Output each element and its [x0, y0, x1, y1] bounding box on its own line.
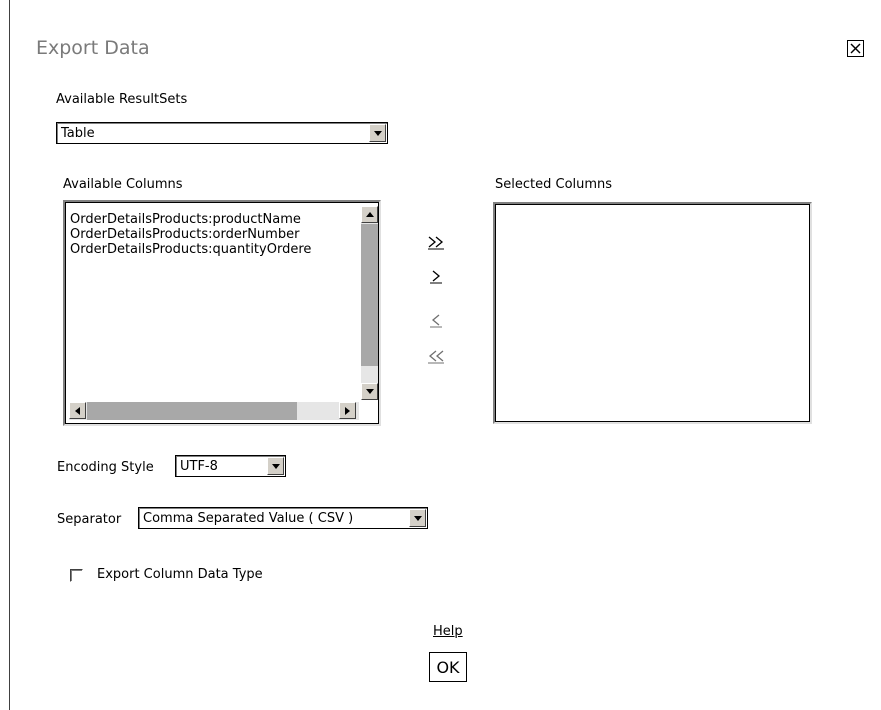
dialog-title: Export Data	[36, 37, 150, 59]
close-button[interactable]	[847, 40, 864, 57]
selected-columns-list[interactable]	[493, 202, 812, 424]
list-item[interactable]: OrderDetailsProducts:quantityOrdere	[68, 242, 358, 257]
remove-all-button[interactable]	[425, 346, 447, 366]
scroll-right-icon[interactable]	[339, 402, 356, 419]
help-link[interactable]: Help	[433, 624, 463, 639]
resultsets-value: Table	[61, 125, 95, 141]
separator-select[interactable]: Comma Separated Value ( CSV )	[138, 507, 428, 529]
close-x-icon	[850, 43, 861, 54]
export-type-checkbox[interactable]	[70, 569, 83, 582]
encoding-select[interactable]: UTF-8	[175, 455, 286, 477]
resultsets-label: Available ResultSets	[56, 92, 188, 107]
scroll-down-icon[interactable]	[361, 383, 378, 400]
dropdown-arrow-icon[interactable]	[267, 457, 284, 475]
ok-button[interactable]: OK	[429, 652, 467, 682]
horizontal-scrollbar[interactable]	[69, 402, 359, 420]
scroll-thumb[interactable]	[361, 224, 378, 366]
double-chevron-right-icon	[428, 236, 444, 250]
scroll-up-icon[interactable]	[361, 206, 378, 223]
list-item[interactable]: OrderDetailsProducts:productName	[68, 212, 358, 227]
scroll-left-icon[interactable]	[69, 402, 86, 419]
export-type-label: Export Column Data Type	[97, 567, 263, 582]
list-item[interactable]: OrderDetailsProducts:orderNumber	[68, 227, 358, 242]
remove-one-button[interactable]	[425, 310, 447, 330]
separator-value: Comma Separated Value ( CSV )	[143, 510, 354, 526]
encoding-label: Encoding Style	[57, 460, 154, 475]
chevron-left-icon	[430, 314, 442, 328]
available-columns-label: Available Columns	[63, 177, 183, 192]
add-one-button[interactable]	[425, 266, 447, 286]
vertical-scrollbar[interactable]	[361, 206, 378, 400]
scroll-hthumb[interactable]	[87, 402, 297, 420]
resultsets-select[interactable]: Table	[56, 122, 388, 144]
separator-label: Separator	[57, 512, 122, 527]
chevron-right-icon	[430, 270, 442, 284]
selected-columns-label: Selected Columns	[495, 177, 613, 192]
dropdown-arrow-icon[interactable]	[369, 124, 386, 142]
add-all-button[interactable]	[425, 232, 447, 252]
dropdown-arrow-icon[interactable]	[409, 509, 426, 527]
double-chevron-left-icon	[428, 350, 444, 364]
export-dialog: Export Data Available ResultSets Table A…	[9, 0, 881, 710]
available-columns-list[interactable]: OrderDetailsProducts:productName OrderDe…	[63, 200, 381, 426]
encoding-value: UTF-8	[180, 458, 218, 474]
